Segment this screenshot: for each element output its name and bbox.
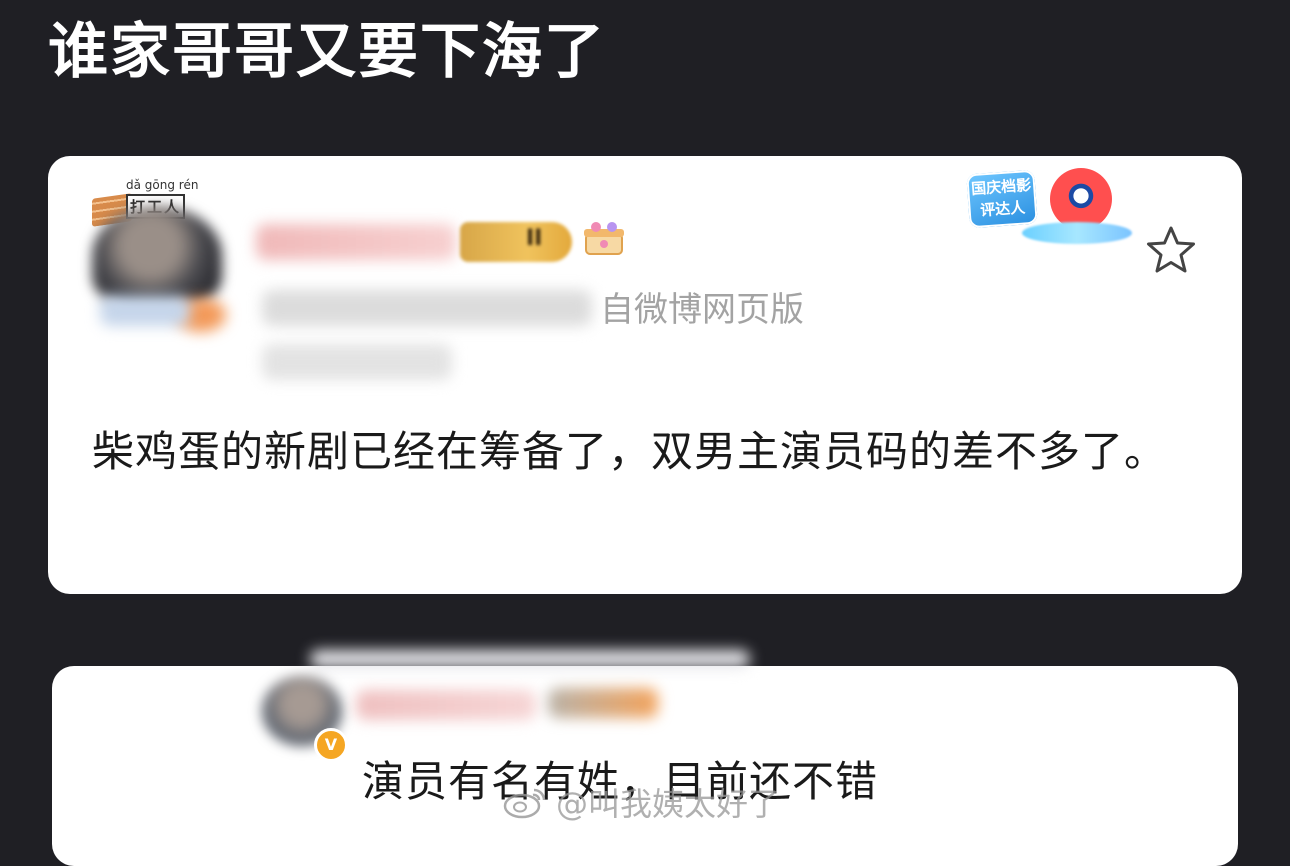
- mascot-icon: [1050, 168, 1112, 230]
- bookmark-star-button[interactable]: [1144, 224, 1198, 276]
- level-badge: II: [460, 222, 572, 262]
- avatar[interactable]: [92, 206, 222, 306]
- watermark: @叫我姨太好了: [502, 780, 780, 824]
- username-blurred[interactable]: [256, 224, 456, 260]
- verified-badge: V: [314, 728, 348, 762]
- user-tag-pinyin: dǎ gōng rén: [126, 178, 199, 192]
- festival-badge: 国庆档影评达人: [962, 166, 1152, 248]
- gift-icon: [582, 220, 626, 258]
- wave-icon: [1022, 222, 1132, 244]
- reply-header-blurred: [310, 650, 750, 668]
- watermark-text: @叫我姨太好了: [556, 785, 781, 823]
- bookmark-star-icon: [1147, 226, 1195, 273]
- reply-badge-blurred: [548, 688, 658, 718]
- weibo-icon: [503, 788, 546, 819]
- festival-badge-label: 国庆档影评达人: [966, 169, 1038, 229]
- avatar-frame-blurred: [100, 296, 190, 326]
- post-content: 柴鸡蛋的新剧已经在筹备了，双男主演员码的差不多了。: [92, 427, 1168, 476]
- reply-username-blurred[interactable]: [356, 690, 536, 720]
- post-location-blurred: [262, 344, 452, 380]
- post-source: 自微博网页版: [600, 290, 804, 330]
- post-time-blurred: [262, 290, 592, 326]
- page-title: 谁家哥哥又要下海了: [48, 17, 606, 87]
